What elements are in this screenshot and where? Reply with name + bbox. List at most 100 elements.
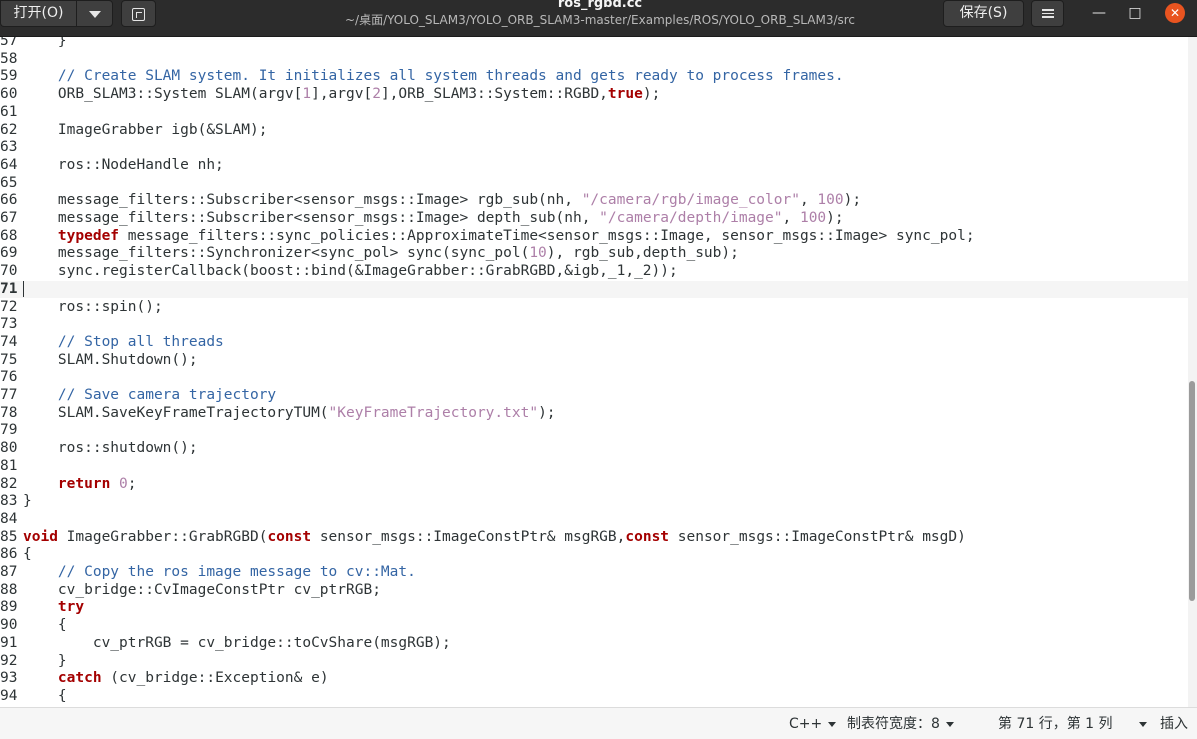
code-line[interactable]: 57 } <box>0 37 1188 51</box>
code-text: cv_bridge::CvImageConstPtr cv_ptrRGB; <box>23 581 381 598</box>
current-code-line[interactable]: 71 <box>0 280 1188 299</box>
open-menu-button[interactable] <box>76 0 113 27</box>
line-number: 94 <box>0 687 18 704</box>
code-line[interactable]: 62 ImageGrabber igb(&SLAM); <box>0 122 1188 140</box>
code-line[interactable]: 58 <box>0 51 1188 69</box>
code-line[interactable]: 81 <box>0 458 1188 476</box>
language-label: C++ <box>789 716 823 732</box>
code-line[interactable]: 73 <box>0 316 1188 334</box>
code-line[interactable]: 89 try <box>0 599 1188 617</box>
code-text: ros::spin(); <box>23 298 163 315</box>
code-line[interactable]: 77 // Save camera trajectory <box>0 387 1188 405</box>
line-number: 86 <box>0 546 18 563</box>
code-text: message_filters::Subscriber<sensor_msgs:… <box>23 210 844 226</box>
window-title: ros_rgbd.cc <box>557 0 643 11</box>
menu-button[interactable] <box>1031 0 1064 27</box>
line-number: 80 <box>0 440 18 457</box>
minimize-button[interactable]: — <box>1086 0 1112 27</box>
code-line[interactable]: 83} <box>0 493 1188 511</box>
save-button[interactable]: 保存(S) <box>943 0 1024 27</box>
line-number: 84 <box>0 510 18 527</box>
code-line[interactable]: 90 { <box>0 617 1188 635</box>
line-number: 76 <box>0 369 18 386</box>
hamburger-icon <box>1032 1 1063 18</box>
line-number: 72 <box>0 298 18 315</box>
open-button[interactable]: 打开(O) <box>0 0 76 27</box>
chevron-down-icon <box>828 721 837 727</box>
code-editor[interactable]: 57 } 58 59 // Create SLAM system. It initi… <box>0 37 1197 707</box>
code-line[interactable]: 65 <box>0 175 1188 193</box>
code-line[interactable]: 78 SLAM.SaveKeyFrameTrajectoryTUM("KeyFr… <box>0 405 1188 423</box>
code-line[interactable]: 70 sync.registerCallback(boost::bind(&Im… <box>0 263 1188 281</box>
line-number: 68 <box>0 227 18 244</box>
code-line[interactable]: 76 <box>0 369 1188 387</box>
line-number: 77 <box>0 387 18 403</box>
code-line[interactable]: 84 <box>0 511 1188 529</box>
code-line[interactable]: 68 typedef message_filters::sync_policie… <box>0 228 1188 246</box>
code-line[interactable]: 93 catch (cv_bridge::Exception& e) <box>0 670 1188 688</box>
window-subtitle-path: ~/桌面/YOLO_SLAM3/YOLO_ORB_SLAM3-master/Ex… <box>344 13 856 27</box>
line-number: 88 <box>0 581 18 598</box>
code-line[interactable]: 88 cv_bridge::CvImageConstPtr cv_ptrRGB; <box>0 582 1188 600</box>
code-text: return 0; <box>57 475 137 492</box>
line-number: 71 <box>0 280 18 297</box>
line-number: 62 <box>0 121 18 138</box>
window-title-box: ros_rgbd.cc ~/桌面/YOLO_SLAM3/YOLO_ORB_SLA… <box>300 0 900 28</box>
chevron-down-icon <box>1138 721 1147 727</box>
code-line[interactable]: 82 return 0; <box>0 476 1188 494</box>
code-line[interactable]: 60 ORB_SLAM3::System SLAM(argv[1],argv[2… <box>0 86 1188 104</box>
code-line[interactable]: 74 // Stop all threads <box>0 334 1188 352</box>
code-line[interactable]: 64 ros::NodeHandle nh; <box>0 157 1188 175</box>
code-line[interactable]: 87 // Copy the ros image message to cv::… <box>0 564 1188 582</box>
code-text: } <box>23 493 32 510</box>
code-text: SLAM.SaveKeyFrameTrajectoryTUM("KeyFrame… <box>23 404 556 421</box>
header-bar: 打开(O) ros_rgbd.cc ~/桌面/YOLO_SLAM3/YOLO_O… <box>0 0 1197 37</box>
code-line[interactable]: 72 ros::spin(); <box>0 299 1188 317</box>
maximize-button[interactable]: □ <box>1122 0 1148 27</box>
code-line[interactable]: 86 { <box>0 546 1188 564</box>
maximize-icon: □ <box>1128 5 1142 21</box>
code-line[interactable]: 59 // Create SLAM system. It initializes… <box>0 68 1188 86</box>
code-text: message_filters::Subscriber<sensor_msgs:… <box>23 192 862 209</box>
minimize-icon: — <box>1092 5 1106 21</box>
code-text: // Save camera trajectory <box>57 387 277 403</box>
scrollbar-thumb[interactable] <box>1189 381 1195 601</box>
line-number: 85 <box>0 528 18 545</box>
status-bar: C++ 制表符宽度：8 第 71 行，第 1 列 插入 <box>0 707 1197 739</box>
code-line[interactable]: 80 ros::shutdown(); <box>0 440 1188 458</box>
line-number: 59 <box>0 68 18 85</box>
cursor-position-selector[interactable]: 第 71 行，第 1 列 <box>998 716 1147 732</box>
line-number: 75 <box>0 351 18 368</box>
code-line[interactable]: 67 message_filters::Subscriber<sensor_ms… <box>0 210 1188 228</box>
tab-width-selector[interactable]: 制表符宽度：8 <box>847 716 954 732</box>
insert-mode-indicator[interactable]: 插入 <box>1160 716 1188 732</box>
new-tab-button[interactable] <box>121 0 156 27</box>
text-cursor <box>23 280 24 297</box>
code-line[interactable]: 61 <box>0 104 1188 122</box>
line-number: 70 <box>0 263 18 280</box>
line-number: 90 <box>0 617 18 634</box>
code-text: sync.registerCallback(boost::bind(&Image… <box>23 263 678 280</box>
code-text <box>23 280 24 299</box>
cursor-position-label: 第 71 行，第 1 列 <box>998 716 1113 732</box>
code-line[interactable]: 79 <box>0 422 1188 440</box>
code-line[interactable]: 85 void ImageGrabber::GrabRGBD(const sens… <box>0 529 1188 547</box>
language-selector[interactable]: C++ <box>789 716 837 732</box>
code-line[interactable]: 69 message_filters::Synchronizer<sync_po… <box>0 245 1188 263</box>
vertical-scrollbar[interactable] <box>1188 37 1197 707</box>
code-line[interactable]: 92 } <box>0 653 1188 671</box>
code-text: { <box>23 687 67 704</box>
code-line[interactable]: 63 <box>0 139 1188 157</box>
code-text: // Stop all threads <box>57 333 224 350</box>
code-line[interactable]: 94 { <box>0 688 1188 706</box>
chevron-down-icon <box>88 11 101 18</box>
close-button[interactable]: ✕ <box>1162 0 1188 27</box>
code-line[interactable]: 91 cv_ptrRGB = cv_bridge::toCvShare(msgR… <box>0 635 1188 653</box>
code-text: { <box>23 546 32 563</box>
code-text: message_filters::Synchronizer<sync_pol> … <box>23 245 739 262</box>
chevron-down-icon <box>945 721 954 727</box>
line-number: 61 <box>0 103 18 120</box>
code-line[interactable]: 66 message_filters::Subscriber<sensor_ms… <box>0 192 1188 210</box>
code-line[interactable]: 75 SLAM.Shutdown(); <box>0 352 1188 370</box>
line-number: 65 <box>0 174 18 191</box>
